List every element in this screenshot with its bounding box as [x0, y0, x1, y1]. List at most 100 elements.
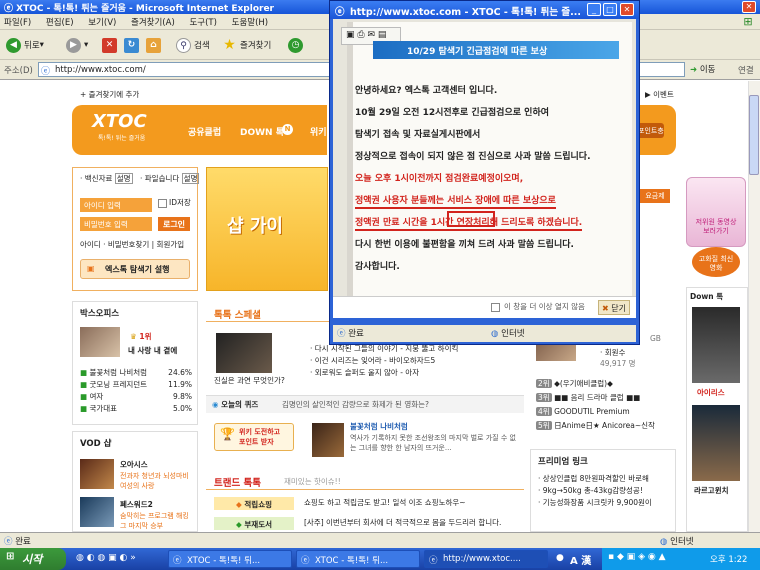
nav-downtok[interactable]: DOWN 톡 — [240, 125, 284, 138]
downtok-title: Down 톡 — [690, 292, 724, 301]
forward-button[interactable]: ▶ ▾ — [66, 36, 88, 54]
vod-item-title[interactable]: 폐스워드2 — [120, 499, 153, 511]
trend-tag[interactable]: ◆ 부재도서 — [214, 517, 294, 530]
refresh-button[interactable]: ↻ — [124, 36, 142, 54]
vod-item-title[interactable]: 오아시스 — [120, 459, 148, 471]
login-tab-vaccine[interactable]: · 백신자료 설명 — [80, 173, 133, 185]
nav-wiki[interactable]: 위키 — [310, 125, 327, 138]
maximize-icon[interactable]: □ — [603, 3, 617, 16]
movie-poster-title[interactable]: 아이리스 — [697, 387, 725, 399]
status-bar: ⓔ 완료 ◍ 인터넷 — [0, 532, 760, 548]
quiz-movie-thumbnail[interactable] — [312, 423, 344, 457]
list-item[interactable]: · 상상인클럽 8만원파격할인 바로해 — [538, 473, 672, 485]
bulb-icon: ◉ — [212, 400, 219, 409]
menu-edit[interactable]: 편집(E) — [46, 18, 74, 28]
movie-poster[interactable] — [692, 307, 740, 383]
plan-button[interactable]: 요금제 — [640, 189, 670, 203]
task-button[interactable]: ⓔ XTOC - 톡!톡! 튀... — [296, 550, 420, 568]
address-label: 주소(D) — [4, 66, 33, 76]
tray-icons[interactable]: ▪ ◆ ▣ ◈ ◉ ▲ — [608, 552, 666, 562]
quiz-label: ◉ 오늘의 퀴즈 — [212, 400, 259, 409]
list-item[interactable]: · 기능성화장품 시크릿카 9,900원이 — [538, 497, 672, 509]
task-button[interactable]: ⓔ XTOC - 톡!톡! 튀... — [168, 550, 292, 568]
start-button[interactable]: ⊞ 시작 — [0, 548, 66, 570]
add-favorite-link[interactable]: + 즐겨찾기에 추가 — [80, 89, 139, 101]
nav-share-club[interactable]: 공유클럽 — [188, 125, 221, 138]
vod-thumbnail[interactable] — [80, 497, 114, 527]
popup-close-button[interactable]: ✖ 닫기 — [598, 300, 630, 315]
search-button[interactable]: ⚲ 검색 — [176, 36, 210, 54]
event-link[interactable]: ▶ 이벤트 — [645, 89, 674, 101]
folder-icon: ▤ — [377, 30, 387, 40]
promo-video-banner[interactable]: 저위원 동영상 보러가기 — [686, 177, 746, 247]
movie-poster[interactable] — [692, 405, 740, 481]
ime-indicator[interactable]: A 漢 — [570, 552, 591, 567]
login-button[interactable]: 로그인 — [158, 217, 190, 231]
dont-show-label: 이 창을 더 이상 열지 않음 — [504, 302, 585, 311]
password-input[interactable]: 비밀번호 입력 — [80, 217, 152, 231]
ime-icon[interactable]: ● — [556, 553, 564, 563]
logo[interactable]: XTOC — [92, 111, 147, 132]
stop-button[interactable]: ✕ — [102, 36, 120, 54]
trend-text[interactable]: 쇼핑도 하고 적립금도 받고! 일석 이조 쇼핑노하우~ — [304, 497, 466, 509]
logo-tagline: 톡!톡! 튀는 즐거움 — [98, 135, 146, 142]
vod-item-desc: 숨막히는 프로그램 해킹 그 마지막 승부 — [120, 512, 189, 530]
quiz-question[interactable]: 김명민의 살인적인 감량으로 화제가 된 영화는? — [282, 399, 429, 411]
special-poster[interactable] — [216, 333, 272, 373]
special-caption[interactable]: 진실은 과연 무엇인가? — [214, 375, 285, 387]
find-account-links[interactable]: 아이디 · 비밀번호찾기 | 회원가입 — [80, 239, 184, 251]
quiz-movie-title[interactable]: 불꽃처럼 나비처럼 — [350, 421, 408, 433]
medal-icon: ♛ — [130, 332, 137, 341]
promo-banner[interactable]: 샵 가이 — [206, 167, 328, 291]
trend-tag[interactable]: ◆ 적립쇼핑 — [214, 497, 294, 510]
close-x-icon: ✖ — [602, 304, 609, 313]
quick-launch[interactable]: ◍ ◐ ◍ ▣ ◐ » — [76, 553, 136, 563]
menu-favorites[interactable]: 즐겨찾기(A) — [131, 18, 175, 28]
notice-line: 정상적으로 접속이 되지 않은 점 진심으로 사과 말씀 드립니다. — [355, 152, 591, 162]
quiz-challenge-button[interactable]: 🏆 위키 도전하고 포인트 받자 — [214, 423, 294, 451]
vod-thumbnail[interactable] — [80, 459, 114, 489]
list-item[interactable]: 2위 ◆(우기애비클럽)◆ — [536, 377, 674, 391]
movie-thumbnail[interactable] — [80, 327, 120, 357]
app-icon: ▣ — [87, 264, 95, 273]
list-item[interactable]: ■ 불꽃처럼 나비처럼 24.6% — [80, 367, 192, 379]
menu-file[interactable]: 파일(F) — [4, 18, 31, 28]
list-item[interactable]: 5위 日Anime日★ Anicorea~신작 — [536, 419, 674, 433]
highlight-box — [447, 211, 495, 227]
history-button[interactable]: ◷ — [288, 36, 306, 54]
list-item[interactable]: ■ 여자 9.8% — [80, 391, 192, 403]
notice-line: 안녕하세요? 엑스톡 고객센터 입니다. — [355, 86, 498, 96]
top-movie-title[interactable]: 내 사랑 내 곁에 — [128, 345, 177, 357]
links-label[interactable]: 연결 — [738, 64, 754, 76]
hd-movie-badge[interactable]: 고화질 최신영화 — [692, 247, 740, 277]
home-button[interactable]: ⌂ — [146, 36, 164, 54]
list-item[interactable]: · 9kg→50kg 총-43kg감량성공! — [538, 485, 672, 497]
menu-tools[interactable]: 도구(T) — [189, 18, 216, 28]
favorites-button[interactable]: ★ 즐겨찾기 — [222, 36, 271, 54]
task-button-active[interactable]: ⓔ http://www.xtoc.... — [424, 550, 548, 568]
close-icon[interactable]: ✕ — [620, 3, 634, 16]
list-item[interactable]: · 외로워도 슬퍼도 울지 않아 - 아자 — [310, 367, 524, 379]
list-item[interactable]: · 이건 시리즈는 잊어라 - 바이오하자드5 — [310, 355, 524, 367]
back-button[interactable]: ◀ 뒤로 ▾ — [6, 36, 44, 54]
trend-text[interactable]: [사주] 이번년부터 회사에 더 적극적으로 몸을 두드리러 합니다. — [304, 517, 501, 529]
minimize-icon[interactable]: _ — [587, 3, 601, 16]
list-item[interactable]: ■ 굿모닝 프레지던트 11.9% — [80, 379, 192, 391]
menu-view[interactable]: 보기(V) — [88, 18, 116, 28]
mail-icon: ✉ — [367, 30, 376, 40]
login-tab-files[interactable]: · 파일습니다 설명 — [140, 173, 200, 185]
list-item[interactable]: 4위 GOODUTIL Premium — [536, 405, 674, 419]
save-id-checkbox[interactable] — [158, 199, 167, 208]
list-item[interactable]: 3위 ■■ 음리 드라마 클럽 ■■ — [536, 391, 674, 405]
point-charge-button[interactable]: 포인트충전 — [636, 123, 664, 138]
go-button[interactable]: ➜ 이동 — [690, 63, 715, 75]
list-item[interactable]: ■ 국가대표 5.0% — [80, 403, 192, 415]
id-input[interactable]: 아이디 입력 — [80, 198, 152, 212]
dont-show-checkbox[interactable] — [491, 303, 500, 312]
history-icon: ◷ — [288, 37, 303, 53]
close-icon[interactable]: ✕ — [742, 1, 756, 13]
menu-help[interactable]: 도움말(H) — [232, 18, 268, 28]
movie-poster-title[interactable]: 라르고윈치 — [694, 485, 729, 497]
browser-install-button[interactable]: ▣ 엑스톡 탐색기 설행 — [80, 259, 190, 279]
scrollbar-thumb[interactable] — [749, 95, 759, 175]
